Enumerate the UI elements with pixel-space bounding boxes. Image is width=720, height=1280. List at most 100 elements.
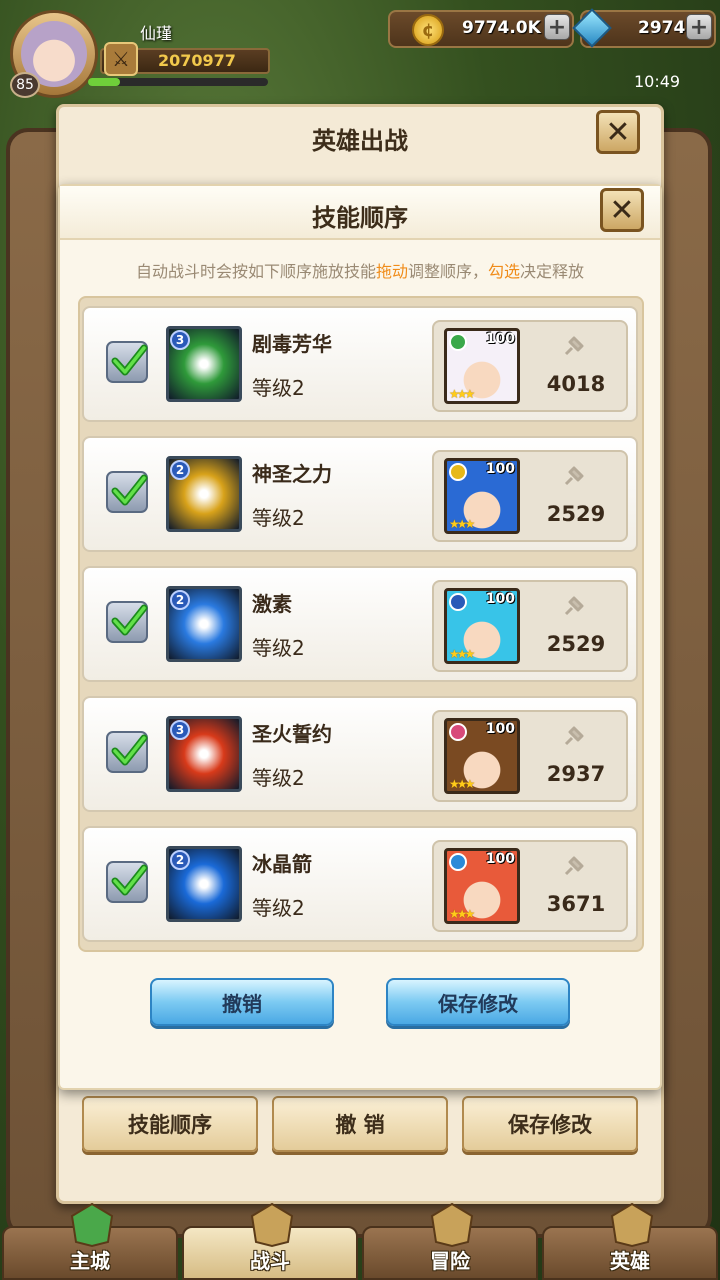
skill-name: 剧毒芳华 <box>252 332 332 356</box>
pin-icon <box>564 596 584 616</box>
skill-row[interactable]: 3 圣火誓约 等级2 100 ★★★ 2937 <box>82 696 638 812</box>
nav-emblem-icon <box>422 1202 482 1248</box>
clock: 10:49 <box>634 72 681 91</box>
skill-row[interactable]: 2 激素 等级2 100 ★★★ 2529 <box>82 566 638 682</box>
xp-bar <box>88 78 268 86</box>
star-icon: ★★★ <box>449 907 475 921</box>
hero-power: 3671 <box>546 892 606 916</box>
skill-icon: 2 <box>166 846 242 922</box>
save-changes-button[interactable]: 保存修改 <box>462 1096 638 1152</box>
pin-icon <box>564 466 584 486</box>
hero-card: 100 ★★★ 2937 <box>432 710 628 802</box>
skill-tier-badge: 3 <box>170 330 190 350</box>
nav-tab[interactable]: 冒险 <box>362 1202 538 1280</box>
star-icon: ★★★ <box>449 777 475 791</box>
checkmark-icon <box>111 734 148 766</box>
checkmark-icon <box>111 344 148 376</box>
nav-tab[interactable]: 战斗 <box>182 1202 358 1280</box>
hero-card: 100 ★★★ 4018 <box>432 320 628 412</box>
skill-tier-badge: 2 <box>170 590 190 610</box>
hint-check: 勾选 <box>488 262 521 281</box>
hero-card: 100 ★★★ 3671 <box>432 840 628 932</box>
hint-drag: 拖动 <box>375 262 408 281</box>
skill-level: 等级2 <box>252 636 305 660</box>
nav-tab[interactable]: 主城 <box>2 1202 178 1280</box>
add-gems-button[interactable]: + <box>686 14 712 40</box>
hero-portrait: 100 ★★★ <box>444 328 520 404</box>
hero-class-icon <box>449 333 467 351</box>
skill-row[interactable]: 2 冰晶箭 等级2 100 ★★★ 3671 <box>82 826 638 942</box>
skill-name: 激素 <box>252 592 292 616</box>
gem-amount: 2974 <box>638 18 686 38</box>
hero-portrait: 100 ★★★ <box>444 458 520 534</box>
nav-label: 英雄 <box>610 1249 650 1273</box>
player-power: 2070977 <box>158 51 236 70</box>
nav-emblem-icon <box>242 1202 302 1248</box>
hero-portrait: 100 ★★★ <box>444 848 520 924</box>
hero-level: 100 <box>485 591 515 607</box>
skill-checkbox[interactable] <box>106 341 148 383</box>
skill-checkbox[interactable] <box>106 861 148 903</box>
hint-text: 调整顺序， <box>407 262 488 281</box>
save-button[interactable]: 保存修改 <box>386 978 570 1026</box>
star-icon: ★★★ <box>449 647 475 661</box>
nav-emblem-icon <box>62 1202 122 1248</box>
hero-power: 2529 <box>546 632 606 656</box>
skill-name: 神圣之力 <box>252 462 332 486</box>
hero-class-icon <box>449 723 467 741</box>
skill-icon: 2 <box>166 456 242 532</box>
skill-row[interactable]: 2 神圣之力 等级2 100 ★★★ 2529 <box>82 436 638 552</box>
close-icon: ✕ <box>605 114 631 150</box>
pin-icon <box>564 336 584 356</box>
skill-icon: 3 <box>166 716 242 792</box>
undo-button[interactable]: 撤 销 <box>272 1096 448 1152</box>
skill-checkbox[interactable] <box>106 731 148 773</box>
hero-level: 100 <box>485 461 515 477</box>
skill-level: 等级2 <box>252 376 305 400</box>
skill-tier-badge: 2 <box>170 850 190 870</box>
checkmark-icon <box>111 864 148 896</box>
hero-card: 100 ★★★ 2529 <box>432 450 628 542</box>
skill-level: 等级2 <box>252 896 305 920</box>
skill-tier-badge: 2 <box>170 460 190 480</box>
skill-name: 圣火誓约 <box>252 722 332 746</box>
hero-card: 100 ★★★ 2529 <box>432 580 628 672</box>
hero-class-icon <box>449 593 467 611</box>
skill-icon: 3 <box>166 326 242 402</box>
crossed-swords-icon: ⚔ <box>104 42 138 76</box>
hero-level: 100 <box>485 721 515 737</box>
hero-power: 2529 <box>546 502 606 526</box>
skill-row[interactable]: 3 剧毒芳华 等级2 100 ★★★ 4018 <box>82 306 638 422</box>
skill-icon: 2 <box>166 586 242 662</box>
nav-label: 冒险 <box>430 1249 470 1273</box>
close-skill-order-button[interactable]: ✕ <box>600 188 644 232</box>
skill-name: 冰晶箭 <box>252 852 312 876</box>
nav-tab[interactable]: 英雄 <box>542 1202 718 1280</box>
checkmark-icon <box>111 604 148 636</box>
player-level-badge: 85 <box>10 72 40 98</box>
coin-icon: ¢ <box>412 14 444 46</box>
add-coins-button[interactable]: + <box>544 14 570 40</box>
pin-icon <box>564 726 584 746</box>
dialog-title: 英雄出战 <box>312 127 408 155</box>
hint-text: 决定释放 <box>520 262 585 281</box>
hero-portrait: 100 ★★★ <box>444 718 520 794</box>
nav-label: 主城 <box>70 1249 110 1273</box>
hint-text: 自动战斗时会按如下顺序施放技能 <box>135 262 376 281</box>
skill-order-button[interactable]: 技能顺序 <box>82 1096 258 1152</box>
checkmark-icon <box>111 474 148 506</box>
cancel-button[interactable]: 撤销 <box>150 978 334 1026</box>
coin-amount: 9774.0K <box>462 18 541 38</box>
skill-level: 等级2 <box>252 766 305 790</box>
close-deploy-button[interactable]: ✕ <box>596 110 640 154</box>
hero-power: 4018 <box>546 372 606 396</box>
hero-portrait: 100 ★★★ <box>444 588 520 664</box>
star-icon: ★★★ <box>449 387 475 401</box>
skill-checkbox[interactable] <box>106 601 148 643</box>
close-icon: ✕ <box>609 192 635 228</box>
skill-order-hint: 自动战斗时会按如下顺序施放技能拖动调整顺序，勾选决定释放 <box>60 258 660 282</box>
skill-checkbox[interactable] <box>106 471 148 513</box>
hero-power: 2937 <box>546 762 606 786</box>
hero-level: 100 <box>485 331 515 347</box>
hero-class-icon <box>449 853 467 871</box>
